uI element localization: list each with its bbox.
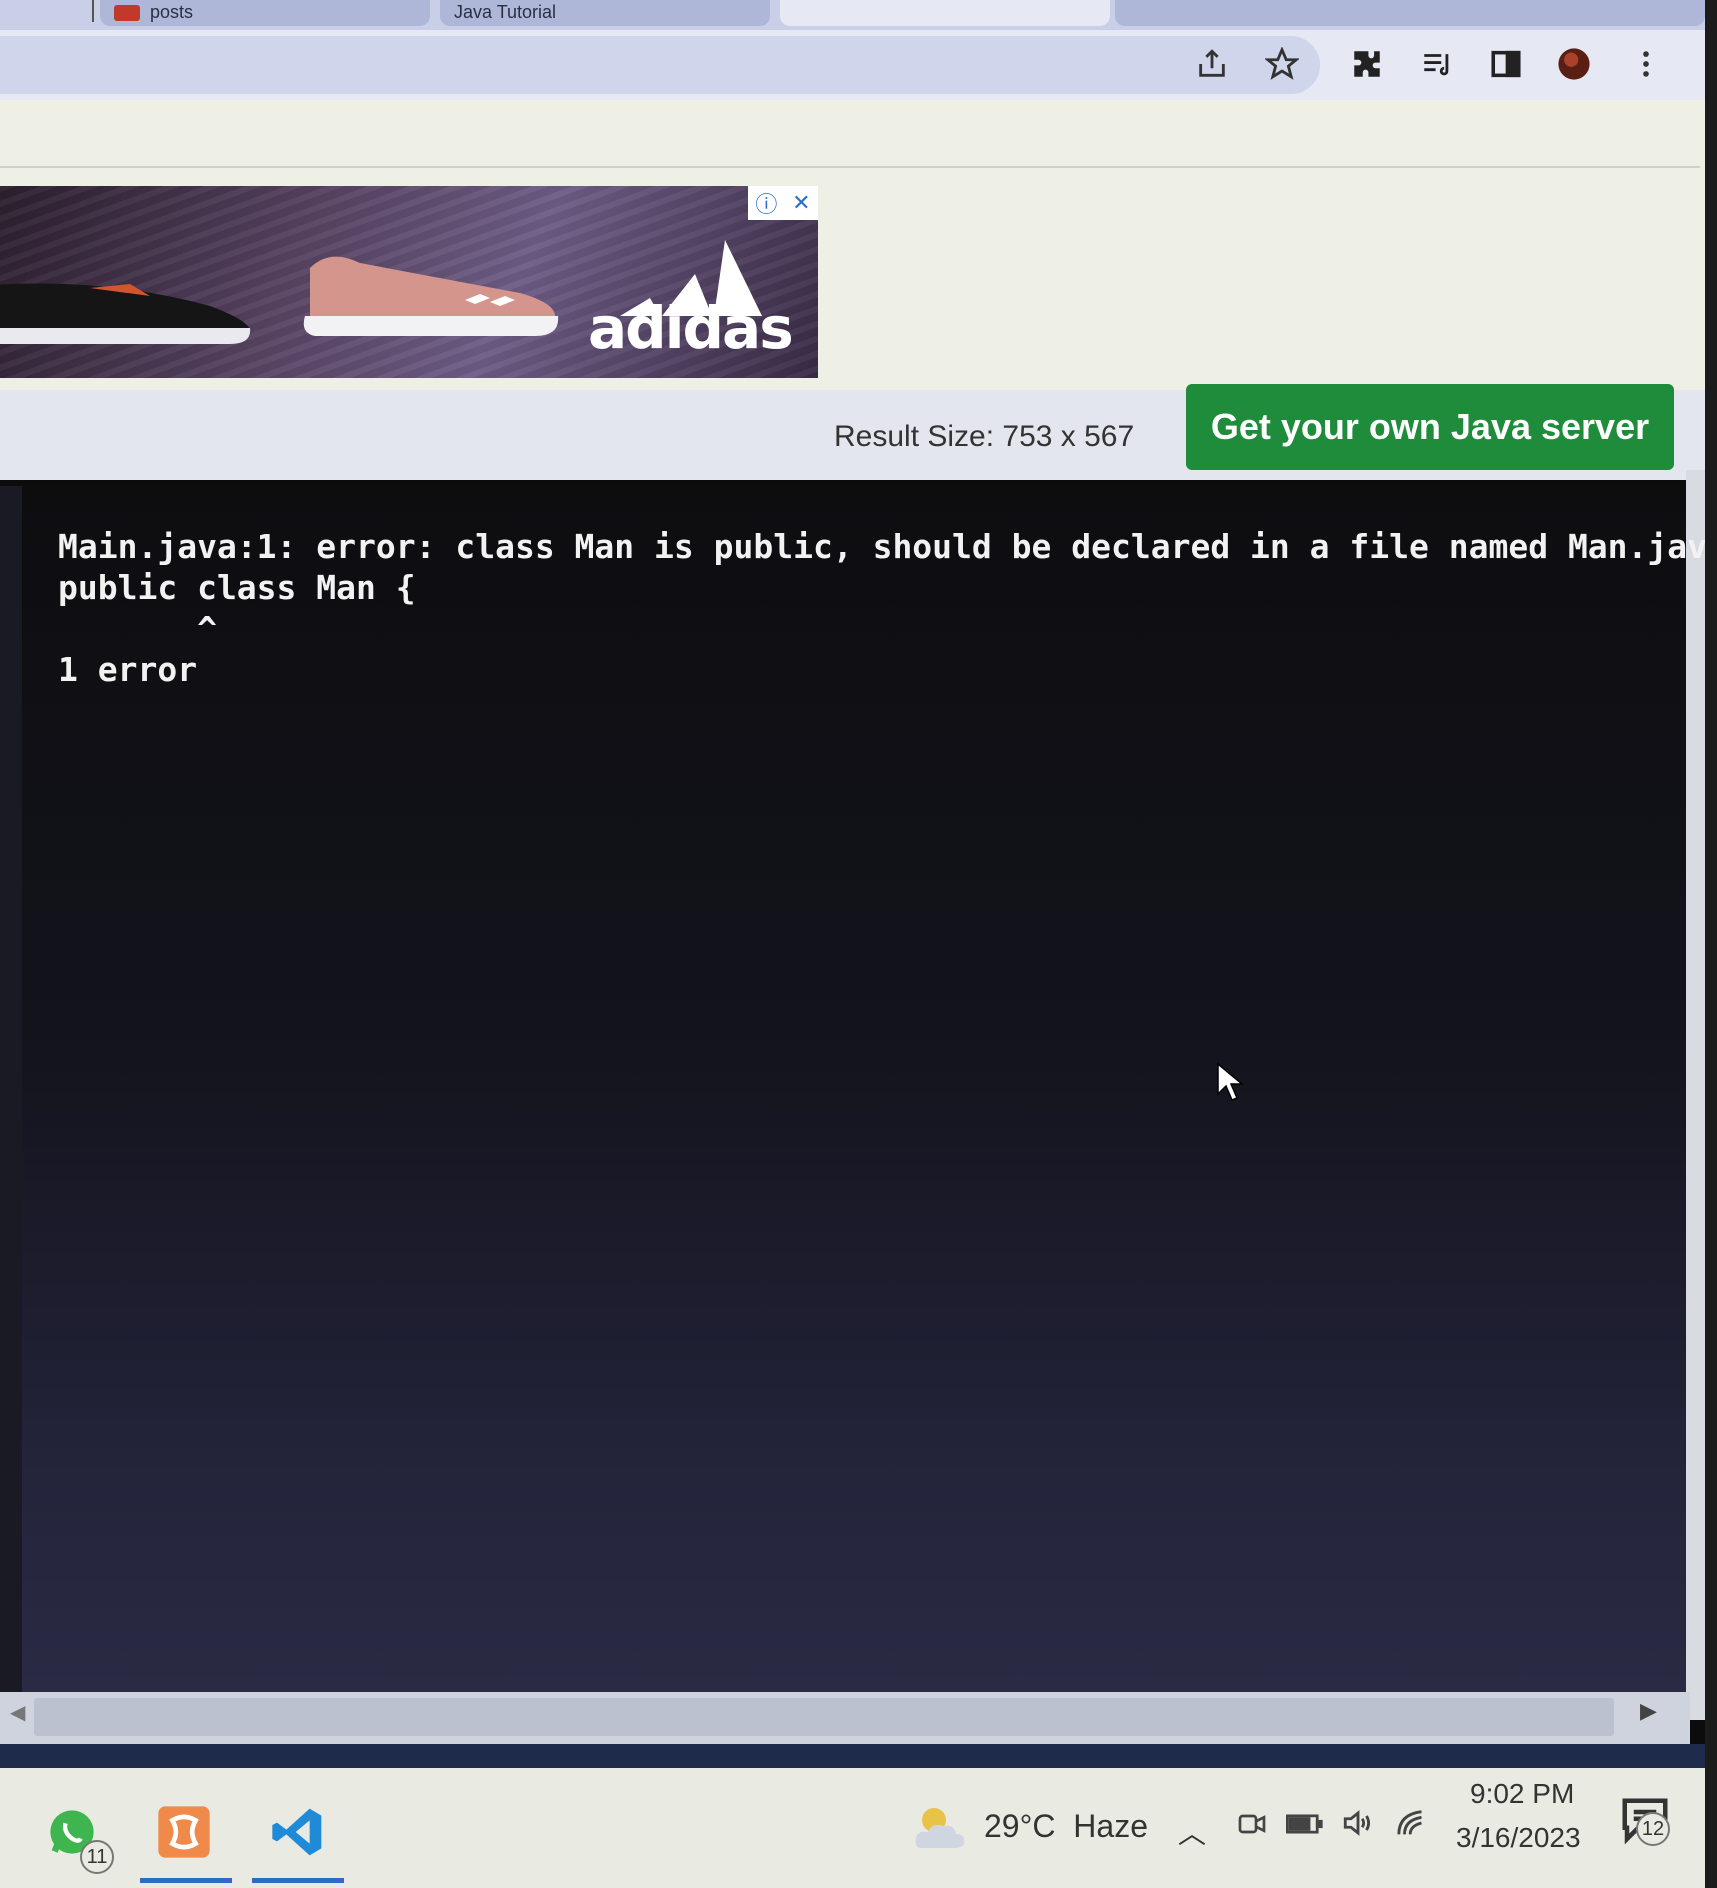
info-icon[interactable]: ⓘ xyxy=(755,187,777,219)
address-bar[interactable] xyxy=(0,36,1320,94)
extensions-icon[interactable] xyxy=(1345,42,1389,86)
console-frame xyxy=(0,486,22,1698)
meet-now-icon[interactable] xyxy=(1236,1808,1268,1840)
weather-temp: 29°C xyxy=(984,1808,1056,1844)
notification-badge: 12 xyxy=(1636,1812,1670,1846)
side-panel-icon[interactable] xyxy=(1484,42,1528,86)
tab-java-tutorial[interactable]: Java Tutorial xyxy=(440,0,770,26)
black-shoe-image xyxy=(0,283,251,344)
tab-separator xyxy=(92,0,94,22)
clock-time[interactable]: 9:02 PM xyxy=(1470,1778,1574,1810)
mouse-cursor-icon xyxy=(1217,1062,1244,1101)
weather-condition: Haze xyxy=(1073,1808,1148,1844)
chevron-up-icon[interactable]: ︿ xyxy=(1178,1812,1206,1852)
xampp-icon xyxy=(158,1806,210,1858)
whatsapp-badge: 11 xyxy=(80,1840,114,1874)
screen-bezel xyxy=(1705,0,1717,1888)
weather-widget[interactable]: 29°C Haze xyxy=(984,1808,1148,1845)
more-menu-icon[interactable] xyxy=(1624,42,1668,86)
ad-brand-text: adidas xyxy=(588,294,794,362)
ad-controls: ⓘ ✕ xyxy=(748,186,818,220)
bookmark-star-icon[interactable] xyxy=(1260,42,1304,86)
vscode-app[interactable] xyxy=(266,1800,330,1864)
wifi-icon[interactable] xyxy=(1394,1806,1432,1840)
clock-date[interactable]: 3/16/2023 xyxy=(1456,1822,1581,1854)
profile-avatar[interactable] xyxy=(1552,42,1596,86)
pink-shoe-image xyxy=(303,256,559,336)
tab-posts[interactable]: posts xyxy=(100,0,430,26)
get-java-server-button[interactable]: Get your own Java server xyxy=(1186,384,1674,470)
tab-label: Java Tutorial xyxy=(454,2,557,22)
tab-active[interactable] xyxy=(780,0,1110,26)
xampp-active-indicator xyxy=(140,1878,232,1883)
tab-label: posts xyxy=(150,2,194,22)
battery-icon[interactable] xyxy=(1286,1810,1324,1838)
vscode-icon xyxy=(272,1808,322,1856)
page-bottom-strip xyxy=(0,1744,1717,1768)
close-icon[interactable]: ✕ xyxy=(792,190,810,216)
tab-strip: posts Java Tutorial xyxy=(0,0,1717,30)
result-console: Main.java:1: error: class Man is public,… xyxy=(22,486,1707,1698)
reading-list-icon[interactable] xyxy=(1415,42,1459,86)
result-size-label: Result Size: 753 x 567 xyxy=(834,420,1135,453)
favicon-icon xyxy=(114,5,140,22)
volume-icon[interactable] xyxy=(1338,1806,1378,1840)
vscode-active-indicator xyxy=(252,1878,344,1883)
xampp-app[interactable] xyxy=(152,1800,216,1864)
weather-cloud-icon xyxy=(915,1808,965,1848)
console-output: Main.java:1: error: class Man is public,… xyxy=(58,527,1708,689)
scroll-right-icon[interactable]: ▶ xyxy=(1640,1698,1657,1724)
share-icon[interactable] xyxy=(1190,42,1234,86)
tab-other[interactable] xyxy=(1115,0,1705,26)
divider xyxy=(0,166,1700,168)
scrollbar-thumb[interactable] xyxy=(34,1698,1614,1736)
scroll-left-icon[interactable]: ◀ xyxy=(10,1700,25,1725)
browser-toolbar xyxy=(0,30,1717,100)
